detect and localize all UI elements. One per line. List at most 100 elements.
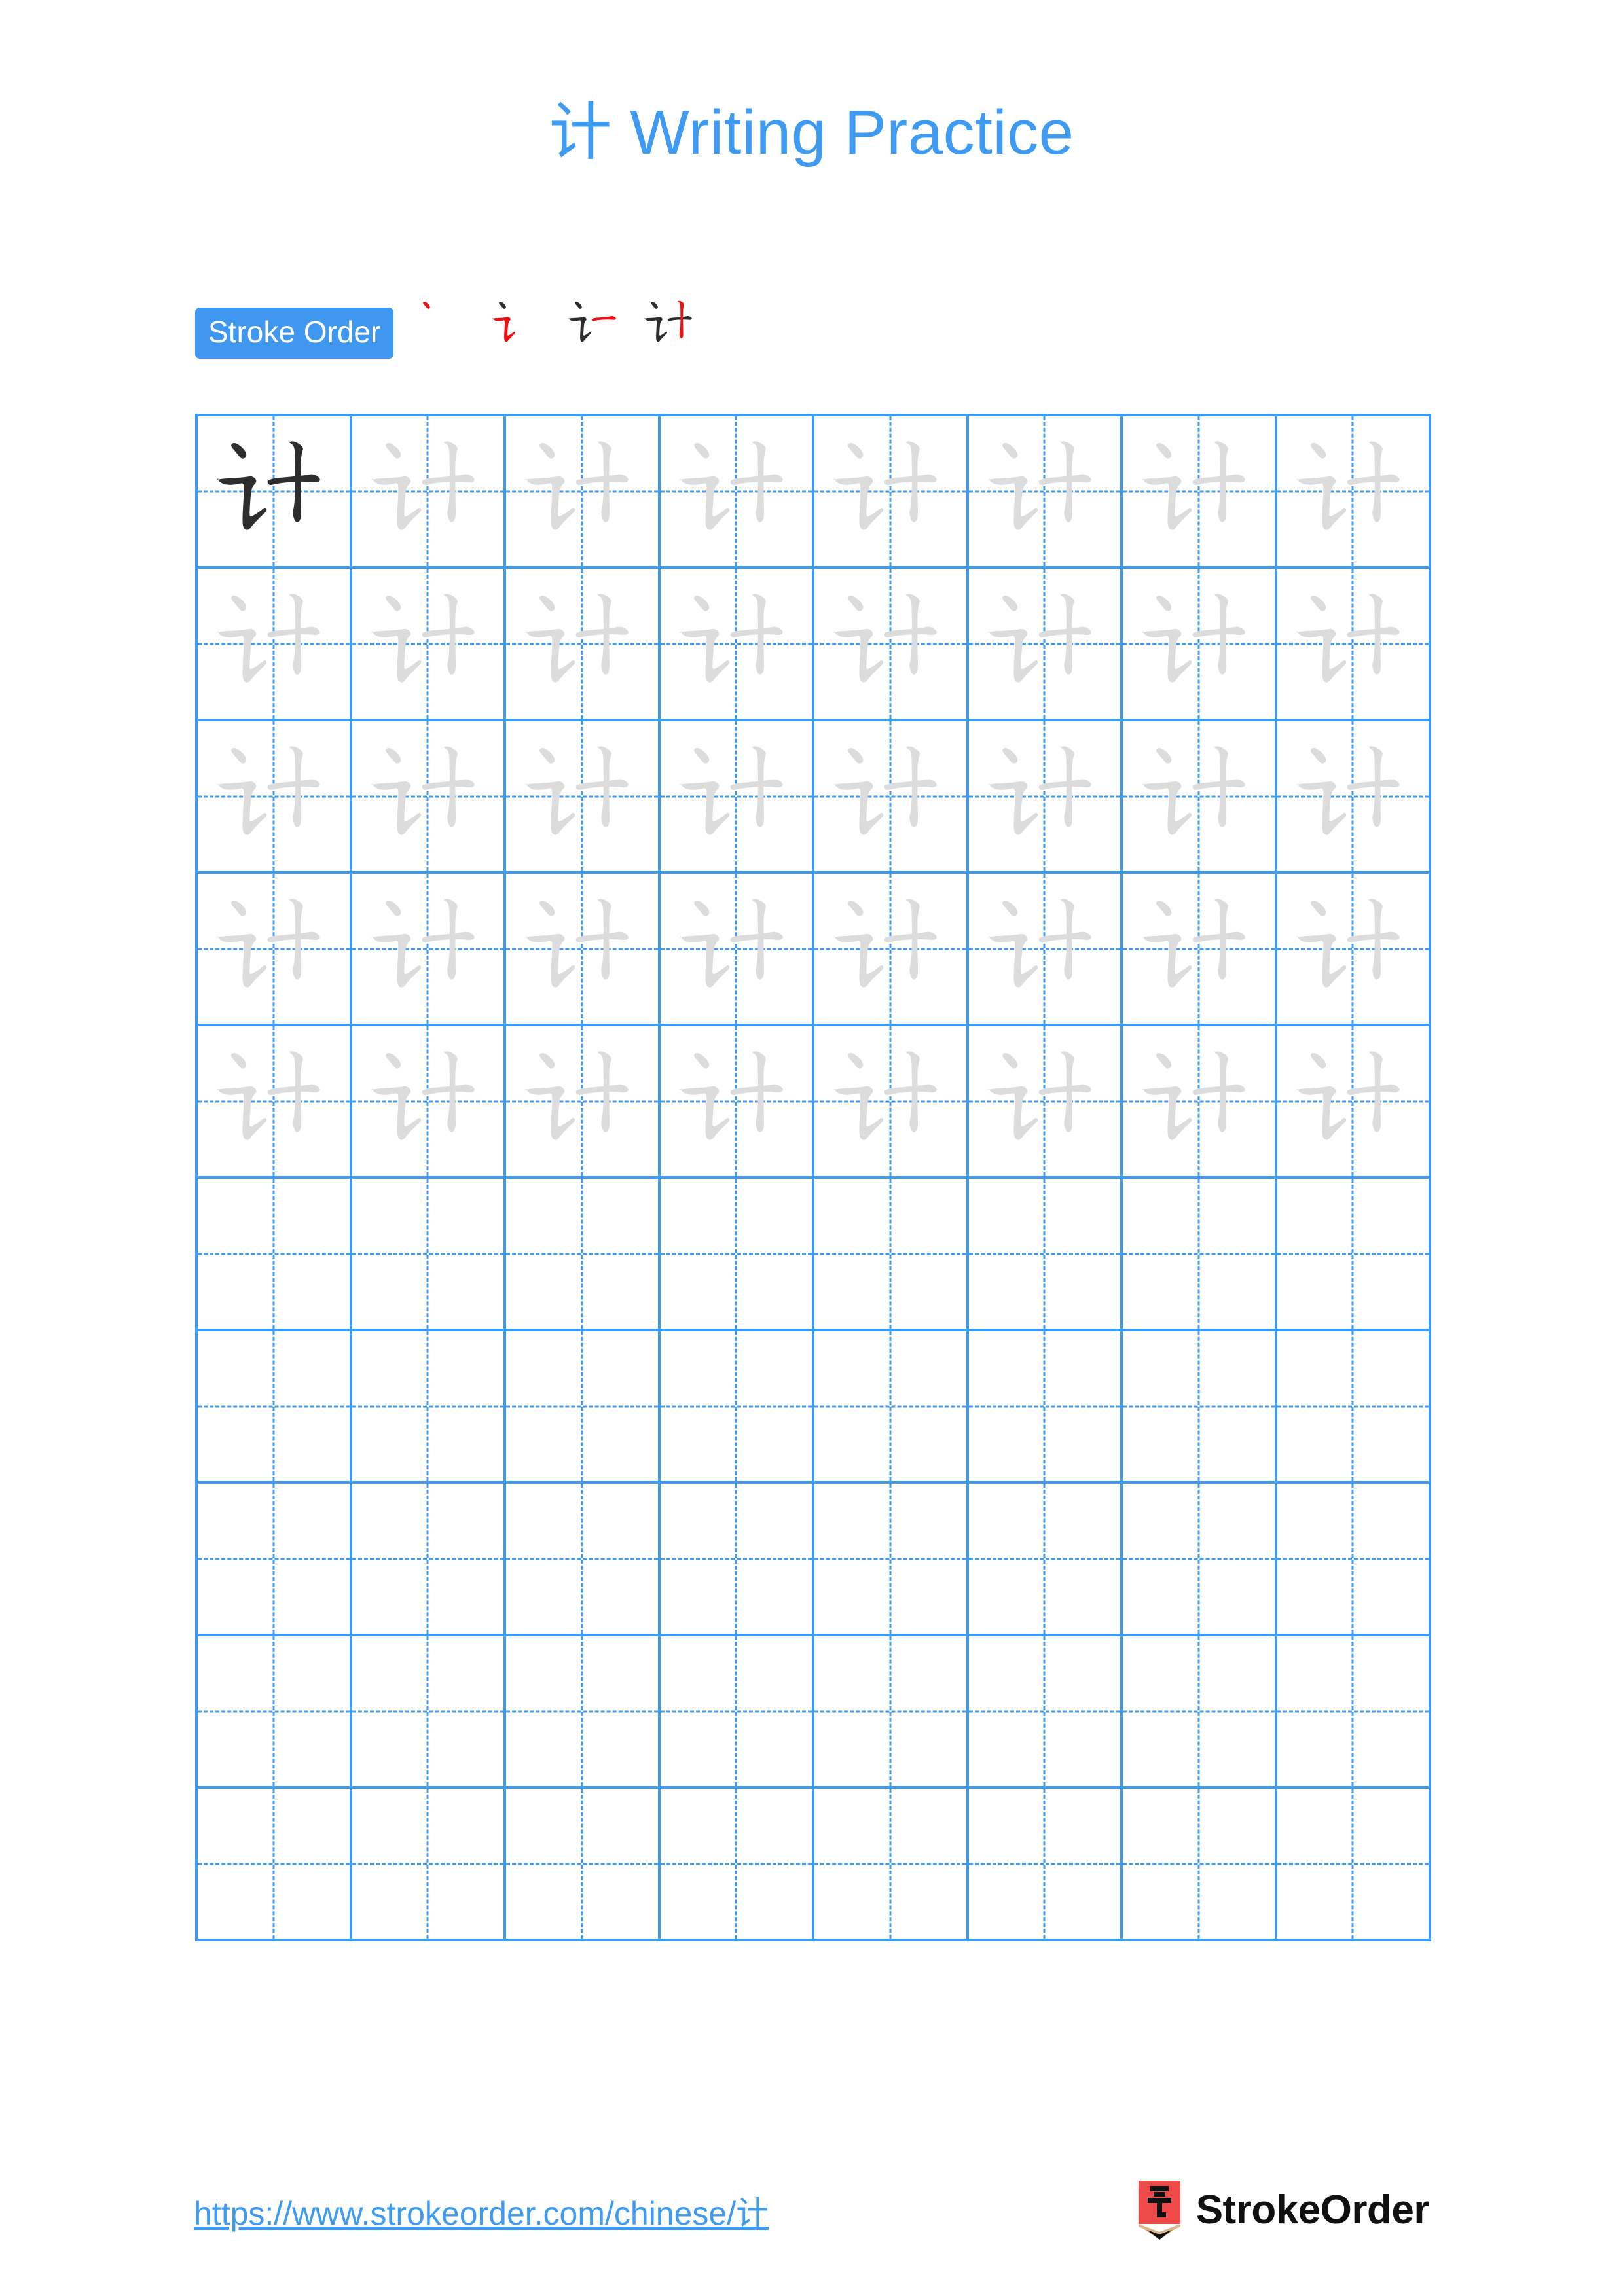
practice-cell[interactable] — [506, 874, 661, 1026]
cell-vertical-guide — [889, 1789, 892, 1939]
practice-cell[interactable] — [660, 1026, 814, 1179]
practice-cell[interactable] — [660, 1331, 814, 1484]
trace-character — [352, 721, 504, 871]
practice-cell[interactable] — [198, 721, 352, 874]
practice-cell[interactable] — [814, 721, 969, 874]
practice-cell[interactable] — [506, 1484, 661, 1636]
practice-cell[interactable] — [352, 1179, 506, 1331]
practice-cell[interactable] — [352, 874, 506, 1026]
practice-cell[interactable] — [506, 1331, 661, 1484]
practice-cell[interactable] — [660, 1484, 814, 1636]
practice-cell[interactable] — [814, 569, 969, 721]
stroke-3 — [1192, 931, 1245, 942]
practice-cell[interactable] — [660, 569, 814, 721]
practice-cell[interactable] — [660, 1179, 814, 1331]
practice-cell[interactable] — [814, 1331, 969, 1484]
practice-cell[interactable] — [814, 1484, 969, 1636]
practice-cell[interactable] — [814, 1636, 969, 1789]
practice-cell[interactable] — [1123, 1789, 1277, 1941]
cell-horizontal-guide — [814, 1558, 966, 1560]
practice-cell[interactable] — [968, 1026, 1123, 1179]
practice-cell[interactable] — [660, 416, 814, 569]
stroke-1 — [231, 747, 247, 764]
practice-cell[interactable] — [1123, 1484, 1277, 1636]
practice-cell[interactable] — [660, 721, 814, 874]
footer-url-link[interactable]: https://www.strokeorder.com/chinese/计 — [194, 2187, 769, 2234]
practice-cell[interactable] — [660, 1789, 814, 1941]
practice-cell[interactable] — [198, 1484, 352, 1636]
practice-cell[interactable] — [814, 1179, 969, 1331]
model-cell[interactable] — [198, 416, 352, 569]
practice-cell[interactable] — [1277, 1331, 1431, 1484]
practice-cell[interactable] — [1277, 1789, 1431, 1941]
practice-cell[interactable] — [506, 1026, 661, 1179]
practice-cell[interactable] — [814, 874, 969, 1026]
practice-cell[interactable] — [814, 1789, 969, 1941]
stroke-1 — [231, 595, 247, 611]
practice-cell[interactable] — [1277, 1484, 1431, 1636]
practice-cell[interactable] — [198, 1026, 352, 1179]
practice-cell[interactable] — [1277, 874, 1431, 1026]
practice-cell[interactable] — [198, 1636, 352, 1789]
trace-character — [969, 874, 1121, 1024]
practice-cell[interactable] — [352, 721, 506, 874]
practice-cell[interactable] — [352, 1026, 506, 1179]
practice-cell[interactable] — [198, 874, 352, 1026]
practice-cell[interactable] — [660, 1636, 814, 1789]
practice-cell[interactable] — [1123, 721, 1277, 874]
practice-cell[interactable] — [1123, 569, 1277, 721]
practice-cell[interactable] — [198, 1789, 352, 1941]
practice-cell[interactable] — [1123, 1636, 1277, 1789]
practice-cell[interactable] — [1277, 416, 1431, 569]
practice-cell[interactable] — [1277, 1636, 1431, 1789]
practice-cell[interactable] — [506, 1789, 661, 1941]
practice-cell[interactable] — [968, 1484, 1123, 1636]
practice-cell[interactable] — [1277, 569, 1431, 721]
trace-character — [352, 416, 504, 566]
practice-cell[interactable] — [968, 1179, 1123, 1331]
practice-cell[interactable] — [968, 569, 1123, 721]
stroke-3 — [267, 474, 320, 485]
practice-cell[interactable] — [506, 569, 661, 721]
practice-cell[interactable] — [1123, 874, 1277, 1026]
practice-cell[interactable] — [968, 1789, 1123, 1941]
trace-character — [352, 1026, 504, 1176]
practice-cell[interactable] — [1123, 1026, 1277, 1179]
practice-cell[interactable] — [968, 1331, 1123, 1484]
practice-cell[interactable] — [198, 1331, 352, 1484]
practice-cell[interactable] — [814, 1026, 969, 1179]
practice-cell[interactable] — [968, 1636, 1123, 1789]
practice-cell[interactable] — [352, 1636, 506, 1789]
practice-cell[interactable] — [198, 569, 352, 721]
practice-cell[interactable] — [1123, 416, 1277, 569]
practice-cell[interactable] — [660, 874, 814, 1026]
practice-cell[interactable] — [506, 1636, 661, 1789]
stroke-2 — [678, 628, 729, 683]
practice-cell[interactable] — [506, 416, 661, 569]
trace-character — [661, 416, 812, 566]
practice-cell[interactable] — [968, 416, 1123, 569]
stroke-2 — [216, 1086, 267, 1140]
practice-cell[interactable] — [352, 1331, 506, 1484]
practice-cell[interactable] — [968, 874, 1123, 1026]
practice-cell[interactable] — [198, 1179, 352, 1331]
practice-cell[interactable] — [352, 1789, 506, 1941]
practice-cell[interactable] — [352, 569, 506, 721]
cell-vertical-guide — [1043, 1636, 1046, 1786]
practice-cell[interactable] — [1277, 1179, 1431, 1331]
practice-cell[interactable] — [506, 721, 661, 874]
trace-character — [814, 1026, 966, 1176]
practice-cell[interactable] — [814, 416, 969, 569]
cell-horizontal-guide — [1123, 1253, 1275, 1255]
practice-cell[interactable] — [1277, 721, 1431, 874]
practice-cell[interactable] — [1277, 1026, 1431, 1179]
practice-cell[interactable] — [352, 416, 506, 569]
stroke-2 — [216, 781, 267, 835]
practice-cell[interactable] — [352, 1484, 506, 1636]
practice-cell[interactable] — [968, 721, 1123, 874]
cell-vertical-guide — [272, 1484, 275, 1634]
practice-cell[interactable] — [1123, 1331, 1277, 1484]
stroke-2 — [678, 1086, 729, 1140]
practice-cell[interactable] — [1123, 1179, 1277, 1331]
practice-cell[interactable] — [506, 1179, 661, 1331]
